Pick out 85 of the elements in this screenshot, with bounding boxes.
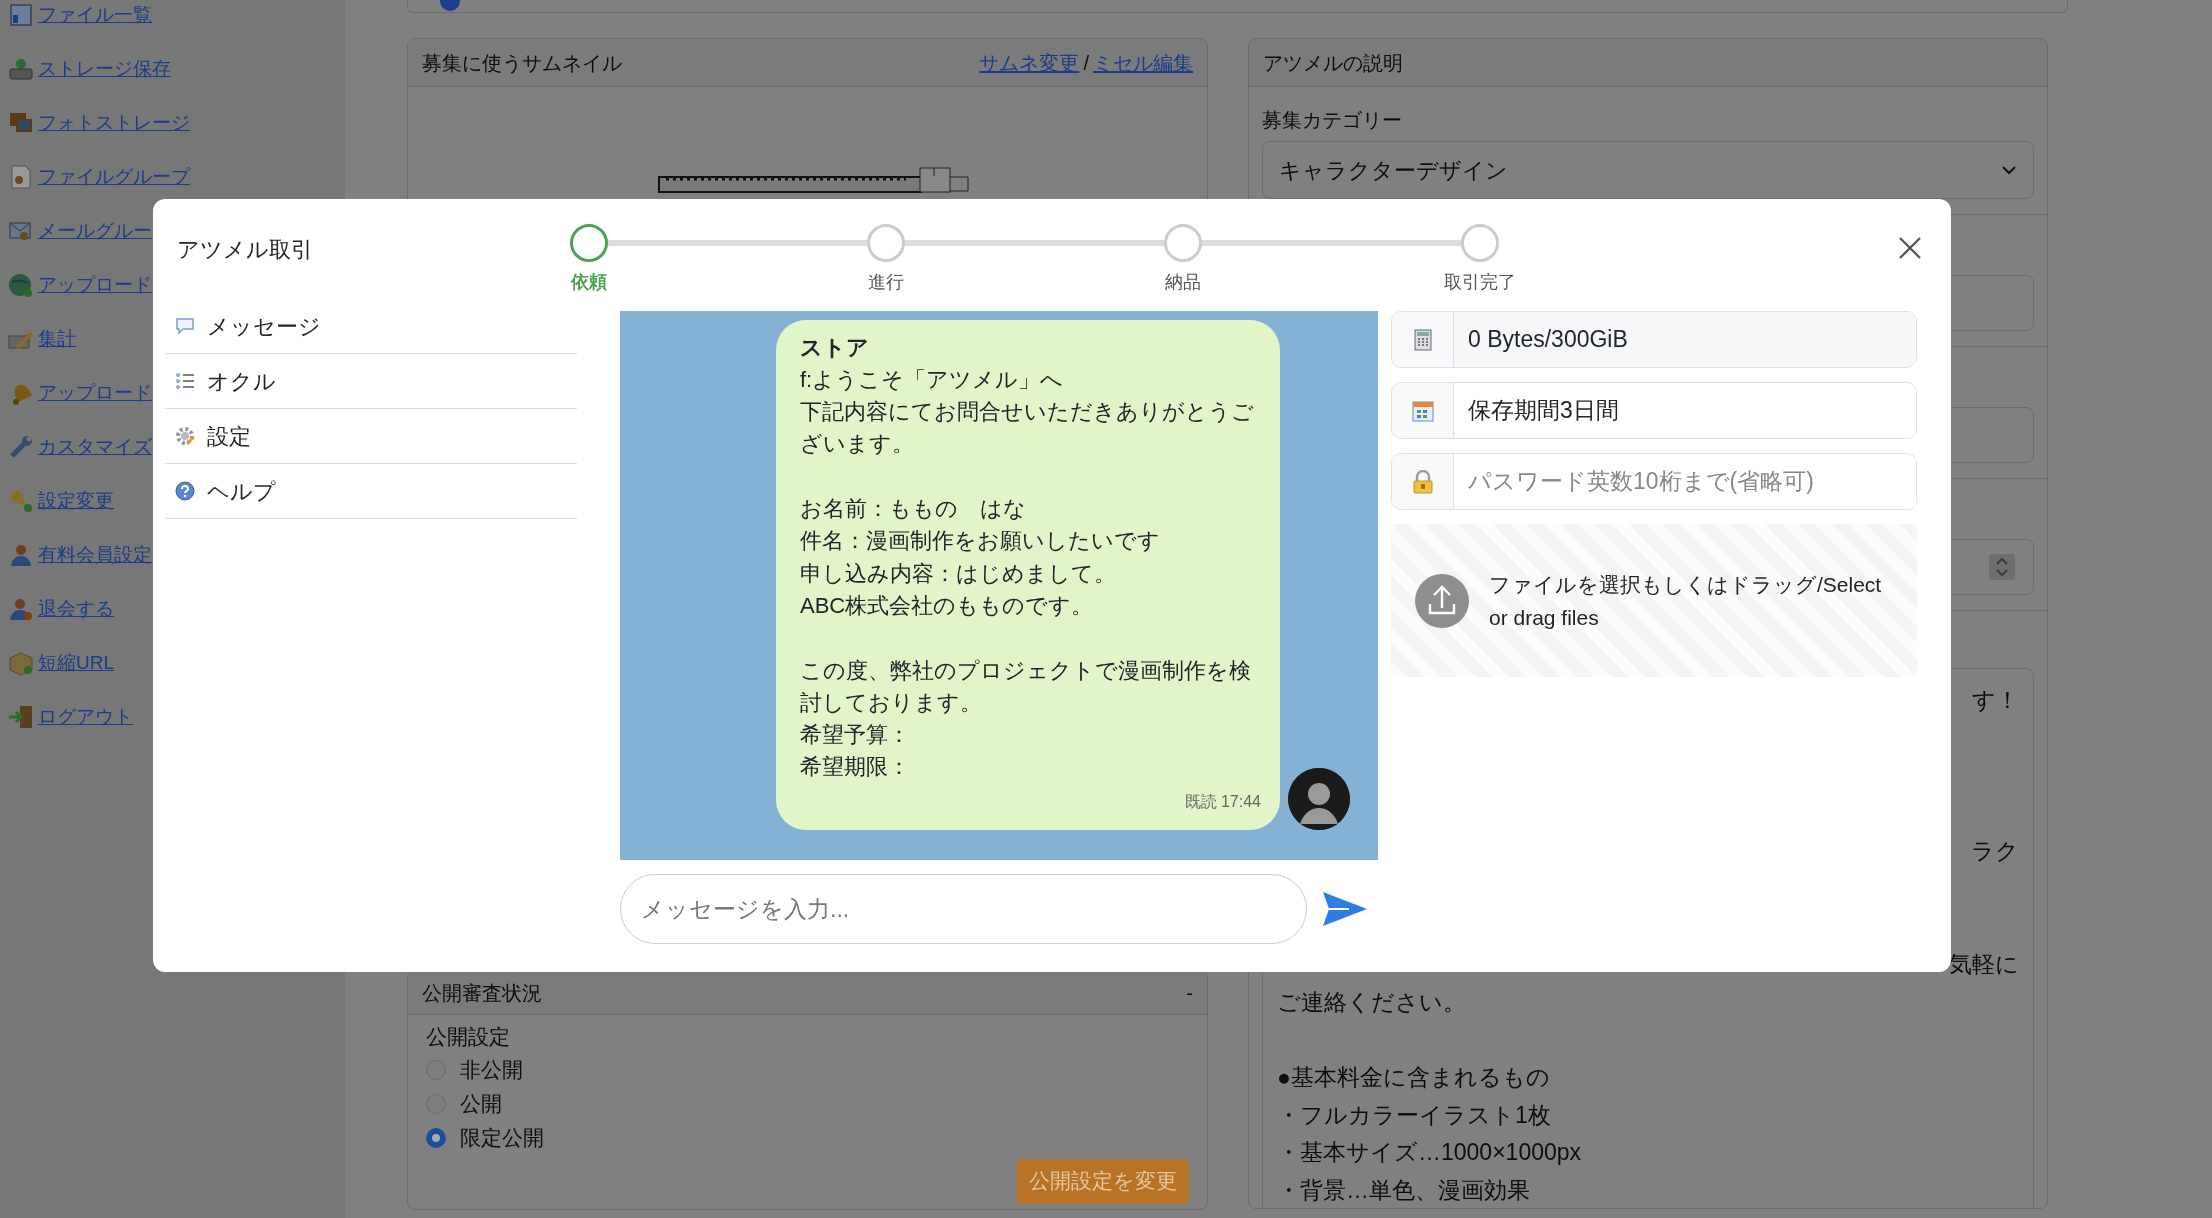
calculator-icon	[1413, 328, 1432, 351]
card-link[interactable]: ミセル編集	[1093, 47, 1193, 78]
calendar-icon	[1411, 399, 1434, 422]
file-drop-zone[interactable]: ファイルを選択もしくはドラッグ/Select or drag files	[1391, 524, 1917, 677]
radio-button[interactable]	[426, 1127, 446, 1148]
person-icon	[8, 596, 34, 622]
upload-icon	[1415, 573, 1469, 628]
separator-text: /	[1083, 50, 1089, 76]
password-field[interactable]: パスワード英数10桁まで(省略可)	[1391, 453, 1917, 510]
step-label: 取引完了	[1443, 271, 1516, 294]
sender-name: ストア	[800, 333, 870, 362]
spinner-icon	[1989, 554, 2015, 580]
sidebar-link[interactable]: ファイル一覧	[38, 0, 152, 30]
collapse-toggle[interactable]: -	[1186, 977, 1193, 1008]
message-line: 申し込み内容：はじめまして。	[800, 559, 1117, 588]
card-title: アツメルの説明	[1263, 50, 1403, 76]
key-icon	[8, 488, 34, 514]
message-line: 希望期限：	[800, 753, 911, 782]
sidebar-link[interactable]: 設定変更	[38, 486, 114, 516]
radio-label: 公開	[460, 1090, 502, 1117]
sidebar-link[interactable]: 集計	[38, 324, 76, 354]
sidebar-link[interactable]: 短縮URL	[38, 648, 114, 678]
description-text: す！	[1972, 687, 2019, 713]
step-label: 進行	[867, 271, 904, 294]
speech-bubble-icon	[175, 316, 195, 336]
send-button[interactable]	[1321, 890, 1369, 928]
description-text: ・フルカラーイラスト1枚	[1277, 1101, 1551, 1128]
sidebar-link[interactable]: ファイルグループ	[38, 162, 190, 192]
sidebar-link[interactable]: ストレージ保存	[38, 54, 171, 84]
chevron-down-icon	[2001, 165, 2017, 175]
message-line: 希望予算：	[800, 721, 911, 750]
window-icon	[8, 2, 34, 28]
menu-item[interactable]: オクル	[165, 354, 577, 409]
description-text: ご連絡ください。	[1277, 988, 1466, 1015]
message-line: この度、弊社のプロジェクトで漫画制作を検討しております。	[800, 656, 1252, 717]
card-title: 公開審査状況	[422, 980, 542, 1006]
field-label: 公開設定	[426, 1024, 511, 1050]
menu-item[interactable]: メッセージ	[165, 299, 577, 354]
read-status: 既読 17:44	[1183, 791, 1261, 812]
sidebar-link[interactable]: カスタマイズ	[38, 432, 152, 462]
gear-icon	[175, 426, 195, 446]
wrench-icon	[8, 434, 34, 460]
person-icon	[8, 542, 34, 568]
menu-item[interactable]: 設定	[165, 409, 577, 464]
radio-label: 限定公開	[460, 1124, 544, 1151]
sidebar-link[interactable]: アップロード	[38, 270, 152, 300]
modal-title: アツメル取引	[176, 236, 314, 264]
sidebar-link[interactable]: 有料会員設定	[38, 540, 152, 570]
document-icon	[8, 164, 34, 190]
card-link[interactable]: サムネ変更	[979, 47, 1080, 78]
retention-field[interactable]: 保存期間3日間	[1391, 382, 1917, 439]
step-label: 依頼	[570, 271, 607, 294]
sidebar-link[interactable]: ログアウト	[38, 702, 133, 732]
message-line: お名前：ももの はな	[800, 495, 1027, 524]
tray-icon	[8, 56, 34, 82]
category-select[interactable]: キャラクターデザイン	[1262, 141, 2034, 199]
message-input[interactable]: メッセージを入力...	[620, 874, 1307, 944]
message-line: ABC株式会社のもものです。	[800, 591, 1095, 620]
sidebar-link[interactable]: フォトストレージ	[38, 108, 190, 138]
field-label: 募集カテゴリー	[1262, 108, 1403, 133]
step-label: 納品	[1164, 271, 1201, 294]
sidebar-link[interactable]: 退会する	[38, 594, 114, 624]
padlock-icon	[1411, 469, 1434, 494]
message-line: 件名：漫画制作をお願いしたいです	[800, 527, 1161, 556]
storage-field[interactable]: 0 Bytes/300GiB	[1391, 311, 1917, 368]
radio-label: 非公開	[460, 1056, 523, 1083]
card-title: 募集に使うサムネイル	[422, 50, 622, 76]
sidebar-link[interactable]: メールグルー	[38, 216, 152, 246]
change-visibility-button[interactable]: 公開設定を変更	[1017, 1158, 1189, 1204]
avatar	[1288, 768, 1350, 830]
list-icon	[175, 371, 195, 391]
description-text: ・背景…単色、漫画効果	[1277, 1176, 1530, 1203]
message-line: 下記内容にてお問合せいただきありがとうございます。	[800, 398, 1255, 459]
globe-icon	[8, 272, 34, 298]
description-text: 気軽に	[1949, 950, 2019, 977]
door-icon	[8, 704, 34, 730]
menu-item[interactable]: ヘルプ	[165, 464, 577, 519]
box-icon	[8, 650, 34, 676]
help-icon	[175, 481, 195, 501]
sidebar-link[interactable]: アップロード	[38, 378, 152, 408]
description-text: ラク	[1971, 837, 2019, 864]
message-line: f:ようこそ「アツメル」へ	[800, 365, 1065, 394]
description-text: ・基本サイズ…1000×1000px	[1277, 1139, 1582, 1166]
description-text: ●基本料金に含まれるもの	[1277, 1063, 1550, 1090]
drop-zone-text: ファイルを選択もしくはドラッグ/Select or drag files	[1489, 571, 1883, 631]
